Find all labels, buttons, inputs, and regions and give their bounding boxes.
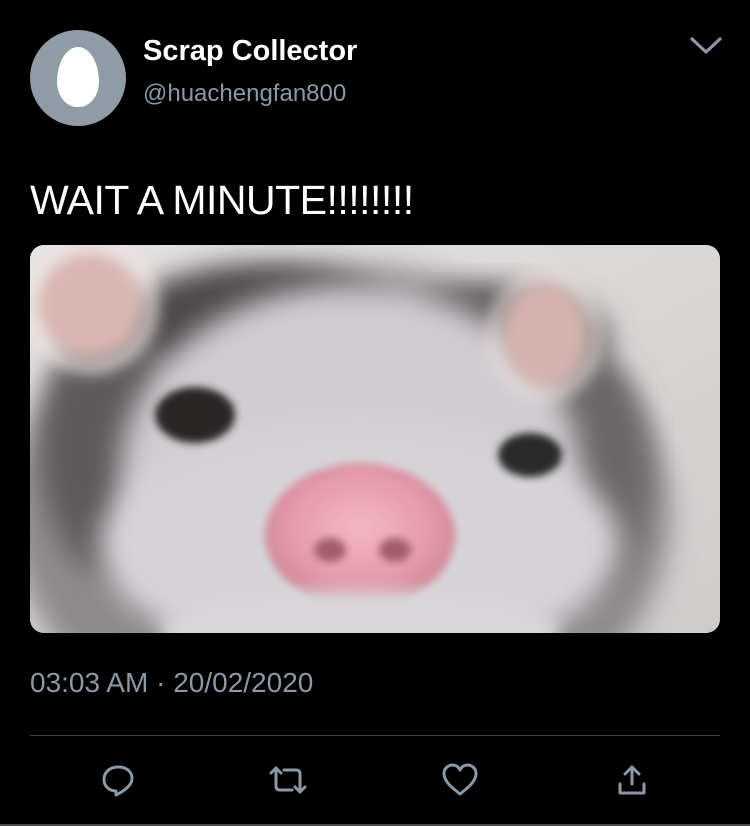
tweet-timestamp[interactable]: 03:03 AM · 20/02/2020 [30, 667, 313, 699]
tweet-date: 20/02/2020 [173, 667, 314, 698]
retweet-icon [269, 766, 307, 794]
ferret-photo [30, 245, 720, 633]
reply-button[interactable] [98, 760, 138, 800]
retweet-button[interactable] [268, 760, 308, 800]
heart-icon [442, 763, 478, 796]
divider [30, 735, 720, 736]
user-handle[interactable]: @huachengfan800 [143, 80, 346, 108]
share-icon [618, 765, 646, 795]
timestamp-separator: · [156, 667, 166, 698]
share-button[interactable] [612, 760, 652, 800]
chevron-down-icon[interactable] [686, 30, 726, 62]
tweet-card: Scrap Collector @huachengfan800 WAIT A M… [0, 0, 750, 826]
like-button[interactable] [440, 760, 480, 800]
tweet-time: 03:03 AM [30, 667, 149, 698]
avatar[interactable] [30, 30, 126, 126]
tweet-text: WAIT A MINUTE!!!!!!!! [30, 177, 414, 223]
egg-icon [57, 47, 99, 107]
tweet-photo[interactable] [30, 245, 720, 633]
reply-icon [102, 765, 134, 797]
display-name[interactable]: Scrap Collector [143, 35, 357, 68]
